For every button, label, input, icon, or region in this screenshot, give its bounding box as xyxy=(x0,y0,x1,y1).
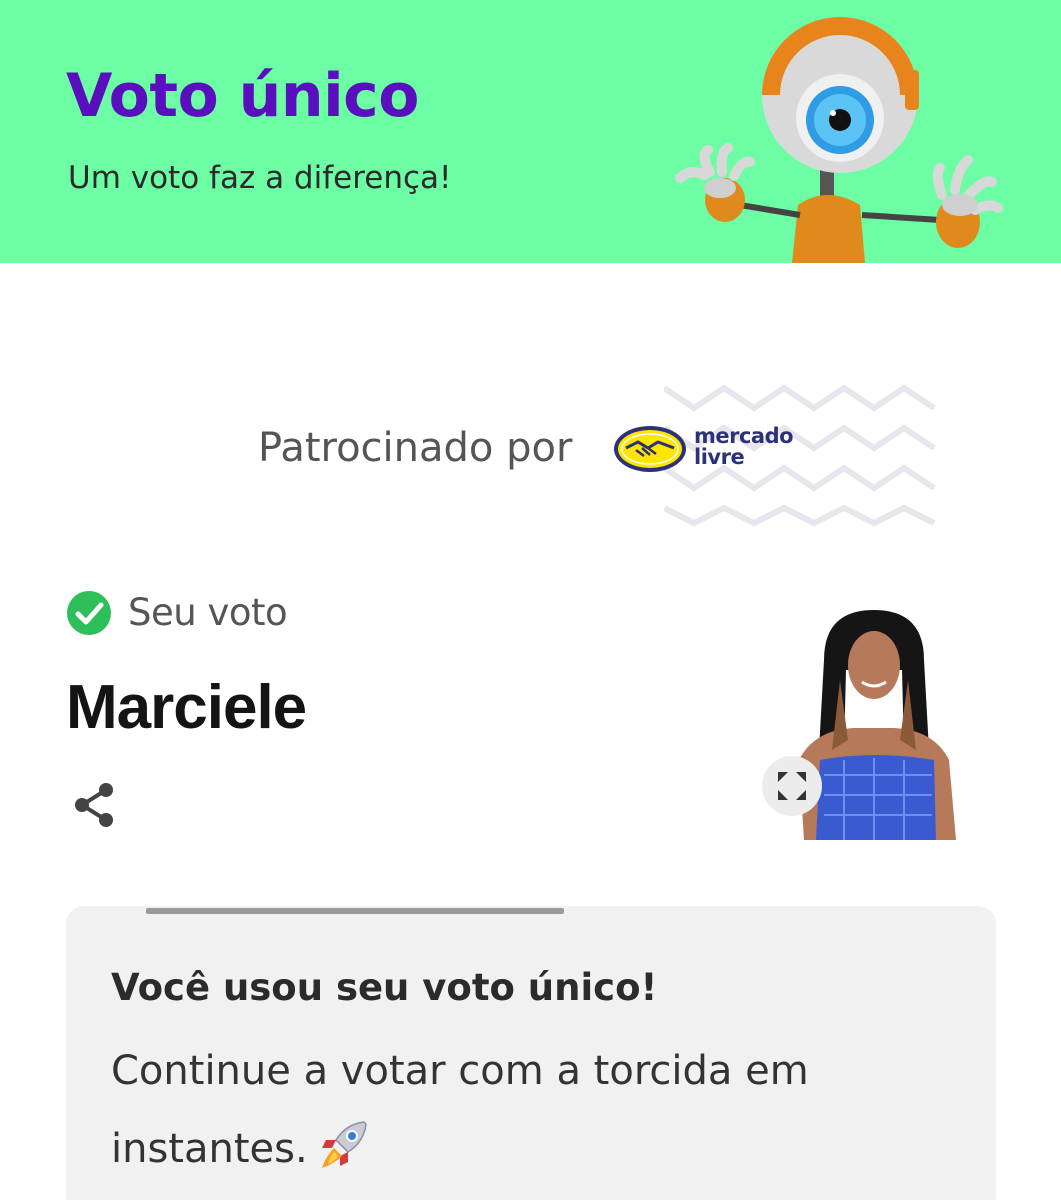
share-icon[interactable] xyxy=(70,780,120,830)
vote-page: Voto único Um voto faz a diferença! Patr… xyxy=(0,0,1061,1200)
sponsor-logo-text: mercado livre xyxy=(694,424,794,469)
message-body: Continue a votar com a torcida em instan… xyxy=(111,1032,971,1188)
header-banner: Voto único Um voto faz a diferença! xyxy=(0,0,1061,263)
page-subtitle: Um voto faz a diferença! xyxy=(68,160,452,196)
expand-icon xyxy=(778,772,806,800)
rocket-icon xyxy=(321,1121,367,1168)
candidate-name: Marciele xyxy=(66,673,307,742)
handshake-logo-icon xyxy=(614,426,686,472)
sponsor-label: Patrocinado por xyxy=(258,425,573,471)
sponsor-logo[interactable]: mercado livre xyxy=(612,418,812,480)
vote-label: Seu voto xyxy=(128,591,288,634)
expand-photo-button[interactable] xyxy=(762,756,822,816)
message-body-text: Continue a votar com a torcida em instan… xyxy=(111,1048,809,1172)
big-brother-eye-mascot-icon xyxy=(675,17,1003,263)
check-circle-icon xyxy=(67,591,111,635)
page-title: Voto único xyxy=(66,61,419,131)
message-title: Você usou seu voto único! xyxy=(111,966,658,1009)
card-drag-handle[interactable] xyxy=(146,908,564,914)
